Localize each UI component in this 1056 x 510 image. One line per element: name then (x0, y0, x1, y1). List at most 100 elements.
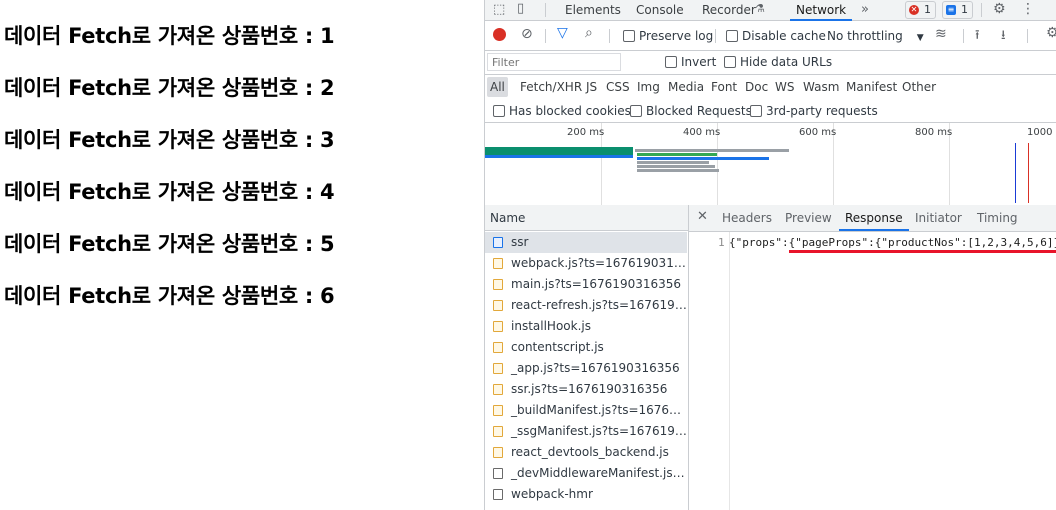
tab-console[interactable]: Console (636, 0, 684, 20)
request-row[interactable]: main.js?ts=1676190316356 (485, 274, 687, 295)
load-marker (1028, 143, 1029, 203)
request-row[interactable]: react_devtools_backend.js (485, 442, 687, 463)
tab-network[interactable]: Network (789, 0, 853, 21)
blocked-requests-label: Blocked Requests (646, 104, 752, 118)
script-icon (493, 447, 503, 458)
request-row[interactable]: _buildManifest.js?ts=16761903... (485, 400, 687, 421)
request-row[interactable]: ssr.js?ts=1676190316356 (485, 379, 687, 400)
type-filter-js[interactable]: JS (586, 77, 597, 97)
request-row[interactable]: _ssgManifest.js?ts=167619031... (485, 421, 687, 442)
file-icon (493, 489, 503, 500)
blocked-requests-checkbox[interactable]: Blocked Requests (630, 104, 752, 118)
request-row[interactable]: _app.js?ts=1676190316356 (485, 358, 687, 379)
timeline-tick: 800 ms (915, 127, 953, 138)
hide-data-urls-label: Hide data URLs (740, 55, 833, 69)
request-row[interactable]: webpack.js?ts=1676190316356 (485, 253, 687, 274)
network-settings-icon[interactable]: ⚙ (1046, 25, 1056, 41)
has-blocked-cookies-checkbox[interactable]: Has blocked cookies (493, 104, 631, 118)
disable-cache-checkbox[interactable]: Disable cache (726, 29, 826, 43)
request-name: _ssgManifest.js?ts=167619031... (511, 424, 687, 438)
name-column-header[interactable]: Name (485, 205, 688, 231)
export-har-icon[interactable]: ⭳ (1001, 26, 1006, 48)
request-row[interactable]: _devMiddlewareManifest.json (485, 463, 687, 484)
response-body[interactable]: {"props":{"pageProps":{"productNos":[1,2… (729, 236, 1056, 253)
tab-initiator[interactable]: Initiator (915, 205, 962, 231)
script-icon (493, 300, 503, 311)
request-name: react_devtools_backend.js (511, 445, 669, 459)
product-heading: 데이터 Fetch로 가져온 상품번호 : 2 (4, 76, 335, 100)
waterfall-overview[interactable]: 200 ms 400 ms 600 ms 800 ms 1000 m (485, 123, 1056, 206)
filter-funnel-icon[interactable]: ▽ (557, 25, 568, 41)
request-row[interactable]: contentscript.js (485, 337, 687, 358)
divider (715, 29, 716, 43)
request-name: ssr (511, 235, 529, 249)
type-filter-ws[interactable]: WS (775, 77, 794, 97)
network-conditions-icon[interactable]: ≋ (935, 26, 947, 42)
type-filter-other[interactable]: Other (902, 77, 936, 97)
import-har-icon[interactable]: ⭱ (975, 26, 980, 48)
search-icon[interactable]: ⌕ (585, 25, 593, 41)
tab-timing[interactable]: Timing (977, 205, 1018, 231)
blocked-cookies-label: Has blocked cookies (509, 104, 631, 118)
script-icon (493, 342, 503, 353)
error-count-badge[interactable]: ✕ 1 (905, 1, 936, 19)
detail-tabs-bar: ✕ Headers Preview Response Initiator Tim… (689, 205, 1056, 232)
invert-checkbox[interactable]: Invert (665, 55, 716, 69)
type-filter-font[interactable]: Font (711, 77, 737, 97)
hide-data-urls-checkbox[interactable]: Hide data URLs (724, 55, 832, 69)
request-name: contentscript.js (511, 340, 604, 354)
third-party-requests-checkbox[interactable]: 3rd-party requests (750, 104, 878, 118)
request-name: webpack.js?ts=1676190316356 (511, 256, 687, 270)
type-filter-fetch-xhr[interactable]: Fetch/XHR (520, 77, 582, 97)
type-filter-wasm[interactable]: Wasm (803, 77, 839, 97)
type-filter-media[interactable]: Media (668, 77, 704, 97)
tab-recorder[interactable]: Recorder (702, 0, 756, 20)
type-filter-all[interactable]: All (487, 77, 508, 97)
script-icon (493, 363, 503, 374)
inspect-element-icon[interactable]: ⬚ (493, 2, 505, 17)
request-row[interactable]: installHook.js (485, 316, 687, 337)
type-filter-bar: All Fetch/XHR JS CSS Img Media Font Doc … (485, 75, 1056, 99)
response-prefix: {"props": (729, 236, 789, 249)
script-icon (493, 405, 503, 416)
document-icon (493, 237, 503, 248)
settings-gear-icon[interactable]: ⚙ (993, 1, 1006, 17)
close-icon[interactable]: ✕ (697, 209, 708, 224)
waterfall-bar (637, 161, 709, 164)
throttling-select[interactable]: No throttling ▼ (827, 29, 924, 43)
clear-icon[interactable]: ⊘ (521, 26, 533, 42)
request-name: _app.js?ts=1676190316356 (511, 361, 680, 375)
preserve-log-label: Preserve log (639, 29, 714, 43)
tab-response[interactable]: Response (839, 205, 909, 231)
type-filter-manifest[interactable]: Manifest (846, 77, 897, 97)
record-stop-icon[interactable] (493, 28, 506, 41)
type-filter-css[interactable]: CSS (606, 77, 630, 97)
request-row[interactable]: react-refresh.js?ts=167619031... (485, 295, 687, 316)
script-icon (493, 426, 503, 437)
waterfall-bar (637, 153, 717, 156)
type-filter-doc[interactable]: Doc (745, 77, 768, 97)
tab-headers[interactable]: Headers (722, 205, 772, 231)
product-heading: 데이터 Fetch로 가져온 상품번호 : 4 (4, 180, 335, 204)
tab-elements[interactable]: Elements (565, 0, 621, 20)
device-toolbar-icon[interactable]: ▯ (517, 1, 524, 16)
request-name: ssr.js?ts=1676190316356 (511, 382, 668, 396)
request-row-ssr[interactable]: ssr (485, 232, 687, 253)
network-toolbar: ⊘ ▽ ⌕ Preserve log Disable cache No thro… (485, 21, 1056, 51)
script-icon (493, 279, 503, 290)
recorder-flask-icon: ⚗ (755, 2, 765, 15)
chevron-down-icon: ▼ (916, 33, 924, 43)
tab-preview[interactable]: Preview (785, 205, 832, 231)
timeline-tick: 1000 m (1027, 127, 1056, 138)
request-row[interactable]: webpack-hmr (485, 484, 687, 505)
filter-input[interactable] (487, 53, 621, 71)
devtools-tabs-bar: ⬚ ▯ Elements Console Recorder ⚗ Network … (485, 0, 1056, 21)
more-tabs-icon[interactable]: » (861, 2, 869, 17)
message-count-badge[interactable]: ≡ 1 (942, 1, 973, 19)
type-filter-img[interactable]: Img (637, 77, 660, 97)
preserve-log-checkbox[interactable]: Preserve log (623, 29, 713, 43)
third-party-label: 3rd-party requests (766, 104, 878, 118)
more-options-icon[interactable]: ⋮ (1021, 1, 1035, 17)
request-name: installHook.js (511, 319, 591, 333)
invert-label: Invert (681, 55, 717, 69)
